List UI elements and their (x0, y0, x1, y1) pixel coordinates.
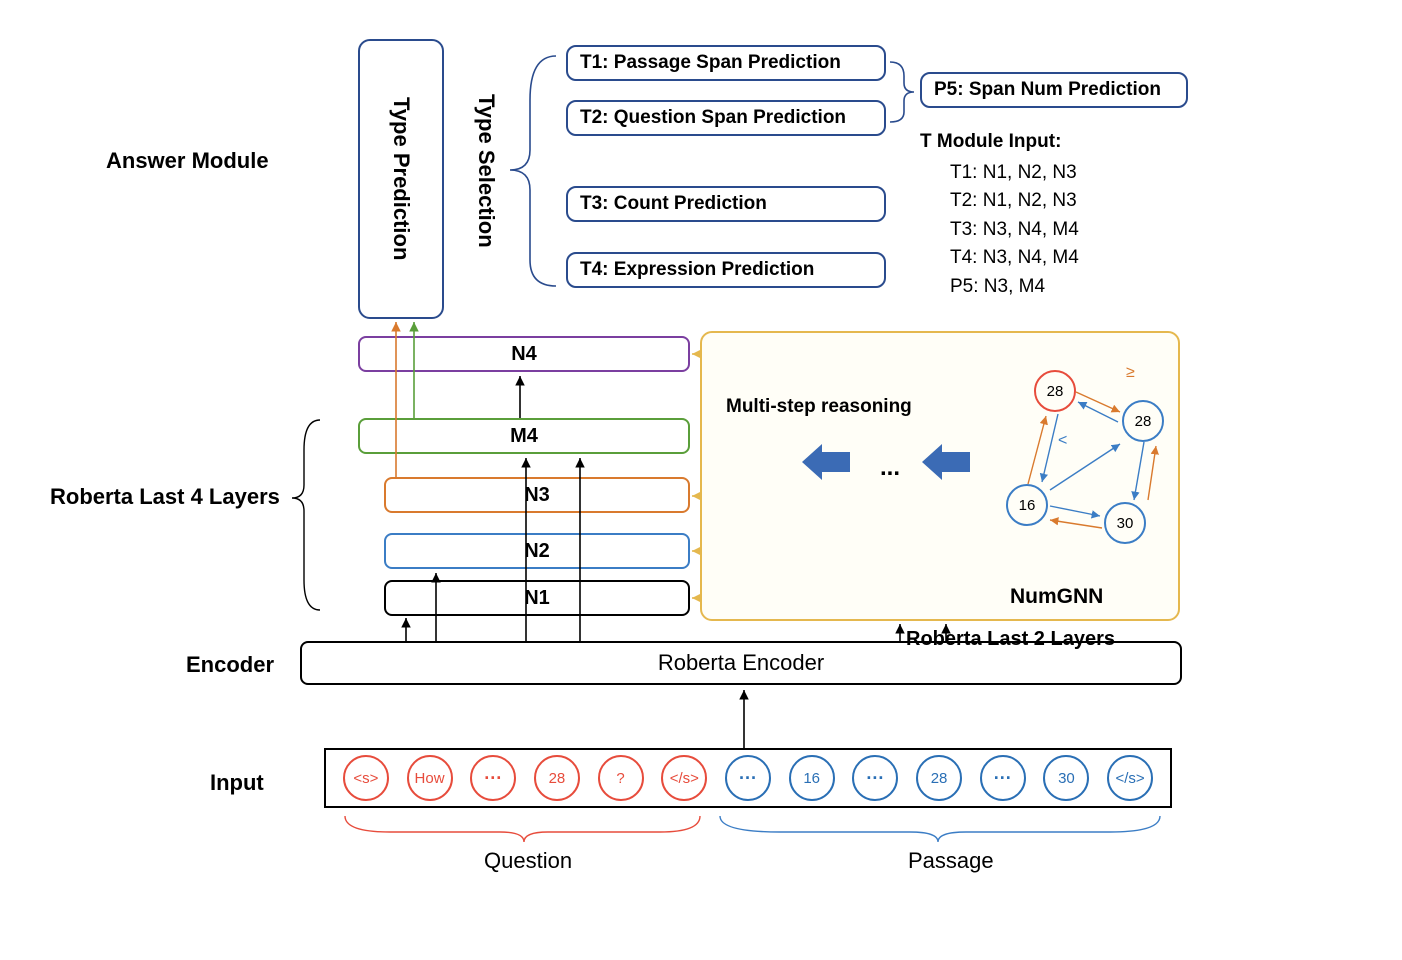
multistep-dots: ... (880, 454, 900, 482)
numgnn-box (700, 331, 1180, 621)
token-es-q: </s> (661, 755, 707, 801)
label-encoder: Encoder (186, 652, 274, 678)
token-dots-q: ··· (470, 755, 516, 801)
tinput-t4: T4: N3, N4, M4 (920, 244, 1079, 273)
gnn-node-28b: 28 (1122, 400, 1164, 442)
token-16: 16 (789, 755, 835, 801)
t-module-input-title: T Module Input: (920, 128, 1079, 157)
token-28p: 28 (916, 755, 962, 801)
roberta-last2-label: Roberta Last 2 Layers (906, 628, 1115, 651)
gnn-node-30: 30 (1104, 502, 1146, 544)
token-s: <s> (343, 755, 389, 801)
t-module-input-block: T Module Input: T1: N1, N2, N3 T2: N1, N… (920, 128, 1079, 301)
layer-n3: N3 (384, 477, 690, 513)
label-roberta-last4: Roberta Last 4 Layers (50, 484, 280, 510)
task-t2: T2: Question Span Prediction (566, 100, 886, 136)
question-group-label: Question (484, 848, 572, 874)
tinput-t1: T1: N1, N2, N3 (920, 159, 1079, 188)
type-selection-label: Type Selection (466, 46, 506, 296)
gnn-edge-ge: ≥ (1126, 364, 1135, 382)
token-dots-p2: ··· (852, 755, 898, 801)
token-30: 30 (1043, 755, 1089, 801)
layer-n2: N2 (384, 533, 690, 569)
task-t4: T4: Expression Prediction (566, 252, 886, 288)
passage-group-label: Passage (908, 848, 994, 874)
layer-n1: N1 (384, 580, 690, 616)
multistep-reasoning-label: Multi-step reasoning (726, 396, 912, 418)
token-28q: 28 (534, 755, 580, 801)
token-dots-p3: ··· (980, 755, 1026, 801)
gnn-edge-lt: < (1058, 432, 1067, 450)
label-answer-module: Answer Module (106, 148, 269, 174)
task-p5: P5: Span Num Prediction (920, 72, 1188, 108)
gnn-node-28a: 28 (1034, 370, 1076, 412)
tinput-t3: T3: N3, N4, M4 (920, 216, 1079, 245)
layer-m4: M4 (358, 418, 690, 454)
task-t1: T1: Passage Span Prediction (566, 45, 886, 81)
token-dots-p1: ··· (725, 755, 771, 801)
token-qmark: ? (598, 755, 644, 801)
tinput-t2: T2: N1, N2, N3 (920, 187, 1079, 216)
token-es-p: </s> (1107, 755, 1153, 801)
type-prediction-box: Type Prediction (358, 39, 444, 319)
input-row: <s> How ··· 28 ? </s> ··· 16 ··· 28 ··· … (324, 748, 1172, 808)
label-input: Input (210, 770, 264, 796)
task-t3: T3: Count Prediction (566, 186, 886, 222)
token-how: How (407, 755, 453, 801)
tinput-p5: P5: N3, M4 (920, 273, 1079, 302)
numgnn-label: NumGNN (1010, 585, 1103, 609)
layer-n4: N4 (358, 336, 690, 372)
gnn-node-16: 16 (1006, 484, 1048, 526)
type-prediction-label: Type Prediction (388, 97, 414, 260)
